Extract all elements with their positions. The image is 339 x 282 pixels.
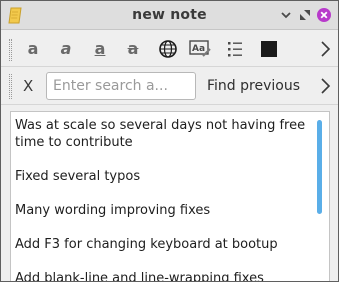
text-color-button[interactable] [257,37,281,61]
note-window: new note a a a a Aa X Enter search a... … [0,0,339,282]
underline-icon: a [94,39,106,58]
find-previous-button[interactable]: Find previous [201,72,306,100]
minimize-icon[interactable] [279,8,293,22]
chevron-right-icon[interactable] [319,77,331,95]
toolbar-handle[interactable] [9,39,12,61]
title-bar[interactable]: new note [1,1,338,30]
note-paragraph: Fixed several typos [15,169,141,184]
italic-button[interactable]: a [54,37,78,61]
underline-button[interactable]: a [88,37,112,61]
note-paragraph: Many wording improving fixes [15,203,211,218]
format-toolbar: a a a a Aa [1,31,338,67]
bold-button[interactable]: a [21,37,45,61]
search-toolbar: X Find previous [1,68,338,105]
scrollbar-thumb[interactable] [317,120,322,214]
globe-icon [159,40,177,58]
italic-icon: a [60,39,72,58]
close-search-button[interactable]: X [23,77,33,95]
chevron-right-icon[interactable] [319,40,331,58]
note-paragraph: Was at scale so several days not having … [15,118,306,150]
note-text[interactable]: Was at scale so several days not having … [15,117,311,282]
font-icon: Aa [189,40,211,57]
note-paragraph: Add blank-line and line-wrapping fixes [15,271,264,282]
close-window-icon[interactable] [317,8,331,22]
search-input[interactable] [46,72,196,100]
bullet-list-icon [228,42,242,57]
link-button[interactable] [156,37,180,61]
note-editor[interactable]: Was at scale so several days not having … [10,111,330,282]
maximize-icon[interactable] [298,8,312,22]
color-swatch-icon [261,41,277,57]
font-button[interactable]: Aa [188,37,212,61]
strikethrough-button[interactable]: a [121,37,145,61]
svg-text:Aa: Aa [192,44,205,54]
toolbar-handle[interactable] [9,74,12,99]
bold-icon: a [27,39,39,58]
strikethrough-icon: a [127,39,139,58]
note-paragraph: Add F3 for changing keyboard at bootup [15,237,278,252]
bullet-list-button[interactable] [223,37,247,61]
